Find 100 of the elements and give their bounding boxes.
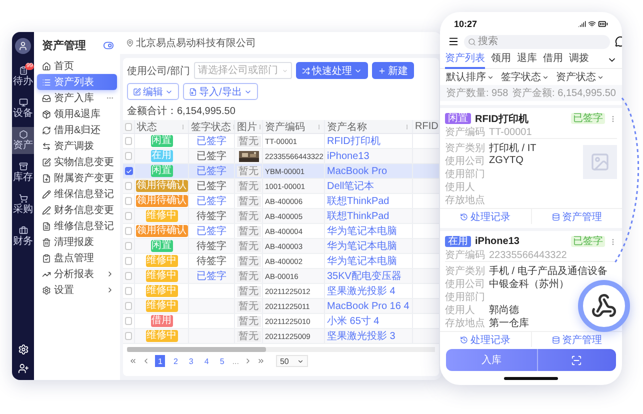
last-page-icon[interactable] (256, 357, 265, 365)
asset-link[interactable]: 华为笔记本电脑 (327, 224, 397, 238)
status-badge: 在用 (150, 150, 172, 162)
rail-item[interactable]: 资产 (12, 127, 34, 154)
filter-dropdown[interactable]: 默认排序 (446, 70, 494, 84)
sidebar-item[interactable]: 实物信息变更 (37, 154, 117, 170)
row-checkbox[interactable] (125, 317, 132, 325)
toolbar-button[interactable]: 编辑 (127, 83, 179, 100)
rail-item[interactable]: 库存 (12, 159, 34, 186)
select-all-checkbox[interactable] (125, 122, 132, 130)
asset-link[interactable]: RFID打印机 (327, 134, 380, 148)
row-checkbox[interactable] (125, 137, 132, 145)
settings-icon[interactable] (18, 344, 28, 355)
status-badge: 维修中 (146, 270, 178, 282)
sidebar-item[interactable]: 清理报废 (37, 234, 117, 250)
sidebar-item[interactable]: 分析报表 (37, 266, 117, 282)
scan-icon[interactable] (571, 354, 582, 366)
sidebar-item[interactable]: 首页 (37, 58, 117, 74)
rail-item[interactable]: 采购 (12, 191, 34, 218)
tab[interactable]: 资产列表 (445, 50, 485, 68)
asset-link[interactable]: iPhone13 (327, 150, 370, 162)
page-button[interactable]: 3 (186, 355, 196, 367)
sidebar-item[interactable]: 附属资产变更 (37, 170, 117, 186)
monitor-icon (18, 98, 28, 107)
avatar[interactable] (15, 38, 31, 54)
row-checkbox[interactable] (125, 212, 132, 220)
sidebar-item[interactable]: 资产调拨 (37, 138, 117, 154)
row-checkbox[interactable] (125, 272, 132, 280)
row-checkbox[interactable] (125, 182, 132, 190)
toolbar-button[interactable]: 新建 (372, 62, 414, 79)
row-checkbox[interactable] (125, 332, 132, 340)
image-placeholder: 暂无 (236, 166, 260, 176)
asset-link[interactable]: MacBook Pro 16 4 (327, 300, 410, 312)
sign-status-link[interactable]: 已签字 (196, 269, 226, 283)
row-checkbox[interactable] (125, 302, 132, 310)
card-action[interactable]: 处理记录 (440, 332, 530, 347)
database-icon (552, 212, 560, 220)
row-checkbox[interactable] (124, 167, 132, 175)
tab[interactable]: 退库 (517, 50, 537, 68)
asset-link[interactable]: 35KV配电变压器 (327, 269, 402, 283)
sidebar-item[interactable]: 盘点管理 (37, 250, 117, 266)
row-checkbox[interactable] (125, 197, 132, 205)
card-action[interactable]: 处理记录 (440, 209, 530, 224)
previous-page-icon[interactable] (142, 357, 150, 365)
menu-icon[interactable] (448, 36, 459, 47)
archive-icon (18, 162, 28, 171)
page-button[interactable]: 5 (216, 355, 228, 367)
page-button[interactable]: 2 (170, 355, 181, 367)
user-add-icon[interactable] (18, 363, 28, 374)
scrollbar-thumb[interactable] (127, 347, 266, 352)
page-size-select[interactable]: 50 (276, 355, 308, 367)
row-checkbox[interactable] (125, 287, 132, 295)
tab[interactable]: 领用 (491, 50, 511, 68)
tab[interactable]: 调拨 (569, 50, 589, 68)
image-placeholder: 暂无 (236, 136, 260, 146)
toolbar-button[interactable]: 快速处理 (296, 62, 368, 79)
rail-item[interactable]: 财务 (12, 223, 34, 250)
first-page-icon[interactable] (129, 357, 137, 365)
sidebar-item[interactable]: 财务信息变更 (37, 202, 117, 218)
asset-link[interactable]: 坚果激光投影 4 (327, 284, 396, 298)
row-checkbox[interactable] (125, 227, 132, 235)
asset-link[interactable]: 小米 65寸 4 (327, 314, 380, 328)
sign-status-link[interactable]: 已签字 (196, 134, 226, 148)
card-action[interactable]: 资产管理 (530, 209, 622, 224)
sign-status-link[interactable]: 已签字 (196, 224, 226, 238)
search-field[interactable]: 搜索 (464, 34, 610, 48)
rail-item[interactable]: 设备 (12, 95, 34, 122)
row-checkbox[interactable] (125, 242, 132, 250)
sidebar-item[interactable]: 领用&退库 (37, 106, 117, 122)
row-checkbox[interactable] (125, 257, 132, 265)
column-header: 状态 (137, 120, 157, 133)
field-value: 手机 / 电子产品及通信设备 (489, 264, 608, 278)
image-placeholder: 暂无 (236, 196, 260, 206)
asset-link[interactable]: 联想ThinkPad (327, 194, 390, 208)
asset-link[interactable]: 坚果激光投影 3 (327, 329, 396, 343)
sidebar-item[interactable]: 资产入库 (37, 90, 117, 106)
row-checkbox[interactable] (125, 152, 132, 160)
toolbar-button[interactable]: 导入/导出 (183, 83, 258, 100)
asset-link[interactable]: 联想ThinkPad (327, 209, 390, 223)
sidebar-item[interactable]: 借用&归还 (37, 122, 117, 138)
status-badge: 领用待确认 (136, 195, 188, 207)
filter-dropdown[interactable]: 签字状态 (501, 70, 549, 84)
asset-link[interactable]: 华为笔记本电脑 (327, 254, 397, 268)
asset-link[interactable]: Dell笔记本 (327, 179, 374, 193)
clipboard-icon (18, 66, 28, 75)
sidebar-item[interactable]: 维保信息登记 (37, 186, 117, 202)
sidebar-item[interactable]: 设置 (37, 282, 117, 298)
sidebar-item[interactable]: 维修信息登记 (37, 218, 117, 234)
asset-count: 资产数量: 958 (446, 86, 508, 100)
toggle-icon[interactable] (103, 40, 114, 50)
plus-icon (378, 66, 386, 74)
home-icon (42, 62, 51, 70)
field-label: 使用人 (445, 180, 476, 194)
tab[interactable]: 借用 (543, 50, 563, 68)
sign-status-link[interactable]: 已签字 (196, 194, 226, 208)
asset-link[interactable]: 华为笔记本电脑 (327, 239, 397, 253)
refresh-icon (42, 126, 51, 134)
page-button[interactable]: 4 (201, 355, 212, 367)
filter-dropdown[interactable]: 资产状态 (556, 70, 604, 84)
page-button[interactable]: 1 (155, 355, 166, 367)
